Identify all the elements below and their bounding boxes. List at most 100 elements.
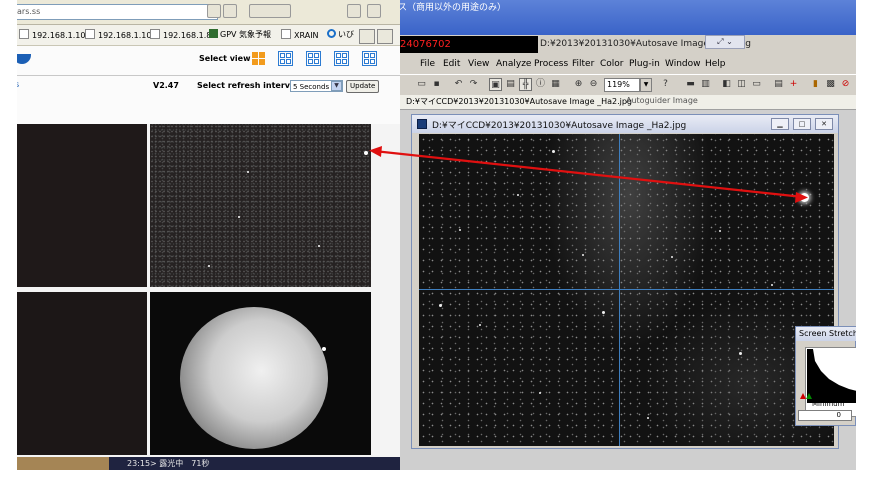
open-folder-icon[interactable]: ▭: [415, 78, 428, 91]
star: [602, 311, 605, 314]
view-grid-2x2-button[interactable]: [251, 51, 266, 66]
image-view-icon[interactable]: ▣: [489, 78, 502, 91]
info-icon[interactable]: ⓘ: [534, 78, 547, 91]
search-engine-box[interactable]: [249, 4, 291, 18]
camera-page-header: s Select view : V2.47 Select refresh int…: [17, 46, 400, 124]
max-slider-marker[interactable]: [806, 393, 812, 399]
menu-analyze[interactable]: Analyze: [496, 59, 531, 69]
bright-star: [800, 193, 809, 202]
divider: [17, 75, 400, 76]
menu-edit[interactable]: Edit: [443, 59, 460, 69]
stop-icon[interactable]: ⊘: [839, 78, 852, 91]
browser-window: ars.ss 192.168.1.100 192.168.1.105 192.1…: [17, 0, 400, 470]
image-file-icon: [417, 119, 427, 129]
crosshair-icon[interactable]: ╬: [519, 78, 532, 91]
star: [208, 265, 210, 267]
star: [439, 304, 442, 307]
thermometer-icon[interactable]: ▮: [809, 78, 822, 91]
menu-process[interactable]: Process: [534, 59, 568, 69]
minimum-value-input[interactable]: 0: [798, 410, 852, 421]
menu-help[interactable]: Help: [705, 59, 726, 69]
menu-view[interactable]: View: [468, 59, 489, 69]
star: [771, 284, 773, 286]
zoom-level-select[interactable]: 119%: [604, 78, 640, 92]
document-title-bar: D:¥2013¥20131030¥Autosave Image _Ha2.jpg: [538, 36, 856, 53]
maximize-button[interactable]: □: [793, 118, 811, 130]
star: [238, 216, 240, 218]
guide-line-horizontal: [419, 289, 834, 290]
image-window-title: D:¥マイCCD¥2013¥20131030¥Autosave Image _H…: [432, 121, 687, 131]
favorite-item[interactable]: XRAIN: [281, 29, 319, 41]
camera-cell-top-left[interactable]: [17, 124, 147, 287]
chevron-down-icon[interactable]: [367, 4, 381, 18]
filter-wheel-icon[interactable]: ▭: [750, 78, 763, 91]
close-button[interactable]: ✕: [815, 118, 833, 130]
telescope-icon[interactable]: ◧: [720, 78, 733, 91]
redo-icon[interactable]: ↷: [467, 78, 480, 91]
favorite-label: 192.168.1.100: [32, 31, 91, 40]
view-grid-a-button[interactable]: [278, 51, 293, 66]
camera-control-icon[interactable]: ▥: [699, 78, 712, 91]
undo-icon[interactable]: ↶: [452, 78, 465, 91]
menu-bar: File Edit View Analyze Process Filter Co…: [400, 56, 856, 73]
star-icon[interactable]: [207, 4, 221, 18]
menu-color[interactable]: Color: [600, 59, 624, 69]
star: [517, 194, 519, 196]
zoom-in-icon[interactable]: ⊕: [572, 78, 585, 91]
tab-autoguider-image[interactable]: Autoguider Image: [626, 96, 698, 105]
favorite-item[interactable]: 192.168.1.80: [150, 29, 216, 41]
minimize-button[interactable]: ▁: [771, 118, 789, 130]
version-text: V2.47: [153, 81, 179, 90]
camera-cell-top-right[interactable]: [150, 124, 371, 287]
refresh-icon[interactable]: [223, 4, 237, 18]
camera-cell-bottom-left[interactable]: [17, 292, 147, 455]
favorite-item[interactable]: いび: [327, 29, 354, 41]
menu-file[interactable]: File: [420, 59, 435, 69]
view-grid-c-button[interactable]: [334, 51, 349, 66]
compare-icon[interactable]: ▤: [504, 78, 517, 91]
favorite-label: いび: [338, 30, 354, 39]
tools-icon[interactable]: [347, 4, 361, 18]
status-swatch: [17, 457, 109, 470]
zoom-level-value: 119%: [607, 80, 630, 89]
favorite-label: 192.168.1.105: [98, 31, 157, 40]
favorite-item[interactable]: 192.168.1.100: [19, 29, 91, 41]
site-logo: [17, 54, 31, 64]
star: [739, 352, 742, 355]
image-window: D:¥マイCCD¥2013¥20131030¥Autosave Image _H…: [411, 114, 839, 449]
update-button[interactable]: Update: [346, 80, 380, 93]
view-grid-d-button[interactable]: [362, 51, 377, 66]
chart-icon[interactable]: ▩: [824, 78, 837, 91]
save-icon[interactable]: ▪: [430, 78, 443, 91]
select-view-label: Select view :: [199, 54, 257, 63]
view-grid-b-button[interactable]: [306, 51, 321, 66]
menu-plug-in[interactable]: Plug-in: [629, 59, 660, 69]
app-title-bar: ス（商用以外の用途のみ）: [400, 0, 856, 35]
histogram-plot: [807, 349, 856, 403]
stretch-icon[interactable]: ▦: [549, 78, 562, 91]
tab-autosave-image[interactable]: D:¥マイCCD¥2013¥20131030¥Autosave Image _H…: [406, 96, 632, 107]
favorite-item[interactable]: 192.168.1.105: [85, 29, 157, 41]
menu-filter[interactable]: Filter: [572, 59, 594, 69]
favorites-extra-button[interactable]: [359, 29, 375, 44]
address-input[interactable]: ars.ss: [17, 4, 218, 20]
app-title: ス（商用以外の用途のみ）: [400, 3, 507, 13]
page-icon: [85, 29, 95, 39]
chevron-down-icon[interactable]: ▼: [331, 81, 342, 91]
status-text: 23:15> 露光中 71秒: [127, 459, 210, 468]
observatory-icon[interactable]: ▬: [684, 78, 697, 91]
chevron-down-icon[interactable]: ▼: [640, 78, 652, 92]
zoom-out-icon[interactable]: ⊖: [587, 78, 600, 91]
plus-icon[interactable]: +: [787, 78, 800, 91]
focuser-icon[interactable]: ◫: [735, 78, 748, 91]
copy-icon[interactable]: ▤: [772, 78, 785, 91]
favorite-item[interactable]: GPV 気象予報: [209, 29, 271, 41]
logo-text: s: [17, 80, 20, 89]
document-tabs: D:¥マイCCD¥2013¥20131030¥Autosave Image _H…: [400, 95, 856, 110]
favorites-more-button[interactable]: [377, 29, 393, 44]
window-restore-controls[interactable]: ⤢ ⌄: [705, 35, 745, 49]
help-pointer-icon[interactable]: ?: [659, 78, 672, 91]
menu-window[interactable]: Window: [665, 59, 701, 69]
camera-cell-bottom-right[interactable]: [150, 292, 371, 455]
star-field-image[interactable]: [419, 134, 834, 446]
